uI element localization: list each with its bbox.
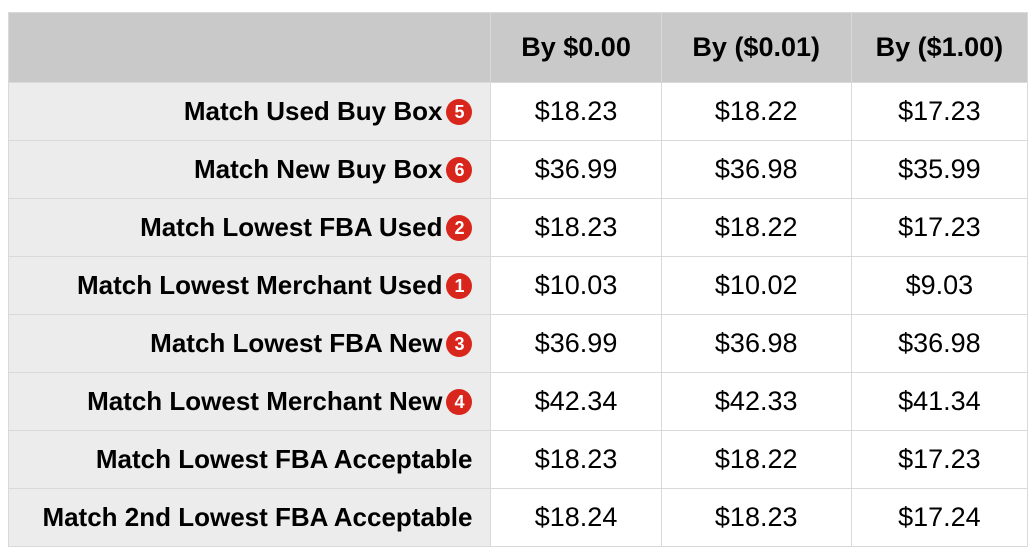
row-label: Match Lowest FBA New 3 [9,315,491,373]
row-label-text: Match 2nd Lowest FBA Acceptable [42,502,472,533]
row-label-text: Match Lowest FBA Acceptable [96,444,473,475]
price-cell: $18.22 [661,83,851,141]
row-label-text: Match New Buy Box [194,154,443,185]
row-label: Match Lowest Merchant New 4 [9,373,491,431]
row-label: Match New Buy Box 6 [9,141,491,199]
table-header-row: By $0.00 By ($0.01) By ($1.00) [9,13,1028,83]
price-cell: $36.98 [661,315,851,373]
number-badge-icon: 4 [446,389,472,415]
table-row: Match Lowest Merchant New 4 $42.34 $42.3… [9,373,1028,431]
table-row: Match Used Buy Box 5 $18.23 $18.22 $17.2… [9,83,1028,141]
table-row: Match Lowest FBA New 3 $36.99 $36.98 $36… [9,315,1028,373]
header-col-1: By $0.00 [491,13,661,83]
price-cell: $35.99 [851,141,1027,199]
table-row: Match Lowest FBA Used 2 $18.23 $18.22 $1… [9,199,1028,257]
number-badge-icon: 2 [446,215,472,241]
price-cell: $17.23 [851,199,1027,257]
price-cell: $17.24 [851,489,1027,547]
number-badge-icon: 3 [446,331,472,357]
table-row: Match Lowest FBA Acceptable $18.23 $18.2… [9,431,1028,489]
row-label: Match Lowest FBA Used 2 [9,199,491,257]
price-cell: $36.98 [851,315,1027,373]
price-cell: $36.98 [661,141,851,199]
pricing-match-table: By $0.00 By ($0.01) By ($1.00) Match Use… [8,12,1028,547]
price-cell: $17.23 [851,431,1027,489]
number-badge-icon: 5 [446,99,472,125]
price-cell: $41.34 [851,373,1027,431]
row-label: Match 2nd Lowest FBA Acceptable [9,489,491,547]
price-cell: $9.03 [851,257,1027,315]
price-cell: $10.03 [491,257,661,315]
price-cell: $18.23 [491,199,661,257]
row-label-text: Match Used Buy Box [184,96,443,127]
price-cell: $18.22 [661,431,851,489]
price-cell: $42.33 [661,373,851,431]
price-cell: $18.23 [491,83,661,141]
header-blank [9,13,491,83]
header-col-2: By ($0.01) [661,13,851,83]
number-badge-icon: 6 [446,157,472,183]
price-cell: $36.99 [491,141,661,199]
row-label: Match Lowest Merchant Used 1 [9,257,491,315]
number-badge-icon: 1 [446,273,472,299]
row-label: Match Lowest FBA Acceptable [9,431,491,489]
row-label-text: Match Lowest Merchant Used [77,270,443,301]
row-label: Match Used Buy Box 5 [9,83,491,141]
price-cell: $18.22 [661,199,851,257]
price-cell: $17.23 [851,83,1027,141]
price-cell: $18.23 [661,489,851,547]
price-cell: $10.02 [661,257,851,315]
table-row: Match 2nd Lowest FBA Acceptable $18.24 $… [9,489,1028,547]
table-row: Match Lowest Merchant Used 1 $10.03 $10.… [9,257,1028,315]
row-label-text: Match Lowest FBA Used [140,212,442,243]
price-cell: $18.24 [491,489,661,547]
table-row: Match New Buy Box 6 $36.99 $36.98 $35.99 [9,141,1028,199]
price-cell: $36.99 [491,315,661,373]
row-label-text: Match Lowest Merchant New [87,386,442,417]
price-cell: $18.23 [491,431,661,489]
row-label-text: Match Lowest FBA New [150,328,442,359]
price-cell: $42.34 [491,373,661,431]
header-col-3: By ($1.00) [851,13,1027,83]
